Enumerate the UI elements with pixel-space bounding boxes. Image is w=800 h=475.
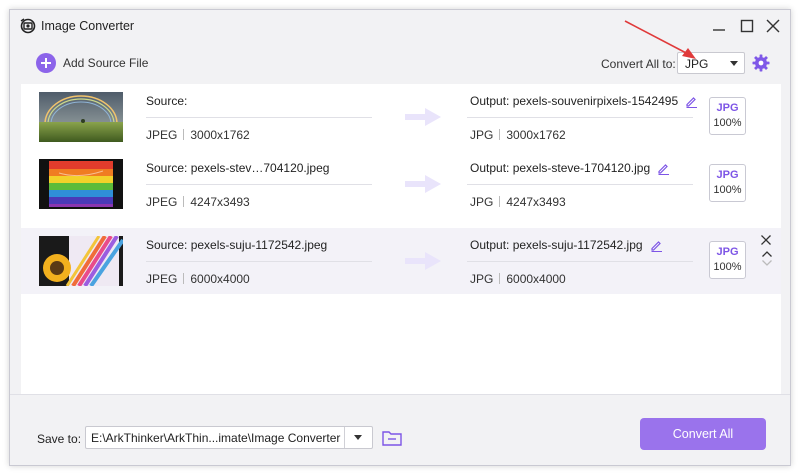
toolbar: Add Source File Convert All to: JPG [10,42,790,84]
add-source-file-button[interactable]: Add Source File [36,53,148,73]
source-filename: Source: [146,94,188,108]
chevron-down-icon[interactable] [354,435,362,440]
source-info: JPEG 3000x1762 [146,128,250,142]
file-row[interactable]: Source: pexels-stev…704120.jpeg JPEG 4247… [21,151,781,217]
badge-quality: 100% [713,184,742,196]
source-format: JPEG [146,195,178,209]
thumbnail-rainbow-paint [39,159,123,209]
divider [146,184,372,185]
app-window: Image Converter Add Source File Convert … [9,9,791,466]
source-format: JPEG [146,272,178,286]
badge-format: JPG [716,102,739,114]
format-quality-button[interactable]: JPG 100% [709,97,746,135]
output-format: JPG [470,272,494,286]
output-filename-label: Output: pexels-souvenirpixels-1542495 [470,94,679,108]
divider [467,184,693,185]
save-to-label: Save to: [37,432,82,446]
maximize-icon[interactable] [739,18,755,34]
output-format-value: JPG [685,57,709,71]
source-dimensions: 4247x3493 [190,195,250,209]
source-info: JPEG 4247x3493 [146,195,250,209]
source-dimensions: 3000x1762 [190,128,250,142]
minimize-icon[interactable] [711,18,727,34]
format-quality-button[interactable]: JPG 100% [709,241,746,279]
save-path-value: E:\ArkThinker\ArkThin...imate\Image Conv… [91,431,341,445]
divider [344,427,345,448]
source-filename: Source: pexels-suju-1172542.jpeg [146,238,328,252]
output-format: JPG [470,195,494,209]
output-filename[interactable]: Output: pexels-steve-1704120.jpg [470,161,670,175]
folder-icon[interactable] [382,429,402,446]
output-dimensions: 6000x4000 [506,272,566,286]
output-format: JPG [470,128,494,142]
title-bar: Image Converter [10,10,790,42]
pencil-icon[interactable] [685,95,698,108]
source-filename: Source: pexels-stev…704120.jpeg [146,161,330,175]
pencil-icon[interactable] [650,239,663,252]
format-quality-button[interactable]: JPG 100% [709,164,746,202]
save-path-select[interactable]: E:\ArkThinker\ArkThin...imate\Image Conv… [85,426,373,449]
badge-quality: 100% [713,261,742,273]
arrow-right-icon [405,175,441,193]
source-info: JPEG 6000x4000 [146,272,250,286]
output-filename[interactable]: Output: pexels-souvenirpixels-1542495 [470,94,698,108]
add-source-file-label: Add Source File [63,56,149,70]
file-list: Source: JPEG 3000x1762 Output: pexels-sou… [21,84,781,394]
arrow-right-icon [405,252,441,270]
divider [467,261,693,262]
badge-format: JPG [716,169,739,181]
window-title: Image Converter [41,19,135,33]
chevron-down-icon[interactable] [730,61,738,66]
convert-all-to-label: Convert All to: [601,57,676,71]
convert-all-button[interactable]: Convert All [640,418,766,450]
output-info: JPG 6000x4000 [470,272,566,286]
output-filename[interactable]: Output: pexels-suju-1172542.jpg [470,238,663,252]
output-dimensions: 4247x3493 [506,195,566,209]
footer-bar: Save to: E:\ArkThinker\ArkThin...imate\I… [10,394,790,465]
file-row[interactable]: Source: JPEG 3000x1762 Output: pexels-sou… [21,84,781,150]
output-format-select[interactable]: JPG [677,52,745,74]
divider [146,261,372,262]
arrow-right-icon [405,108,441,126]
move-down-icon[interactable] [761,259,773,267]
remove-file-icon[interactable] [760,234,772,246]
badge-quality: 100% [713,117,742,129]
output-dimensions: 3000x1762 [506,128,566,142]
divider [146,117,372,118]
move-up-icon[interactable] [761,250,773,258]
badge-format: JPG [716,246,739,258]
output-filename-label: Output: pexels-steve-1704120.jpg [470,161,651,175]
output-info: JPG 3000x1762 [470,128,566,142]
thumbnail-rainbow-landscape [39,92,123,142]
thumbnail-sunflower-pencils [39,236,123,286]
source-dimensions: 6000x4000 [190,272,250,286]
output-filename-label: Output: pexels-suju-1172542.jpg [470,238,643,252]
pencil-icon[interactable] [657,162,670,175]
divider [467,117,693,118]
gear-icon[interactable] [752,54,770,72]
plus-circle-icon[interactable] [36,53,56,73]
file-row[interactable]: Source: pexels-suju-1172542.jpeg JPEG 600… [21,228,781,294]
close-icon[interactable] [765,18,781,34]
source-format: JPEG [146,128,178,142]
output-info: JPG 4247x3493 [470,195,566,209]
app-logo-icon [20,18,36,34]
